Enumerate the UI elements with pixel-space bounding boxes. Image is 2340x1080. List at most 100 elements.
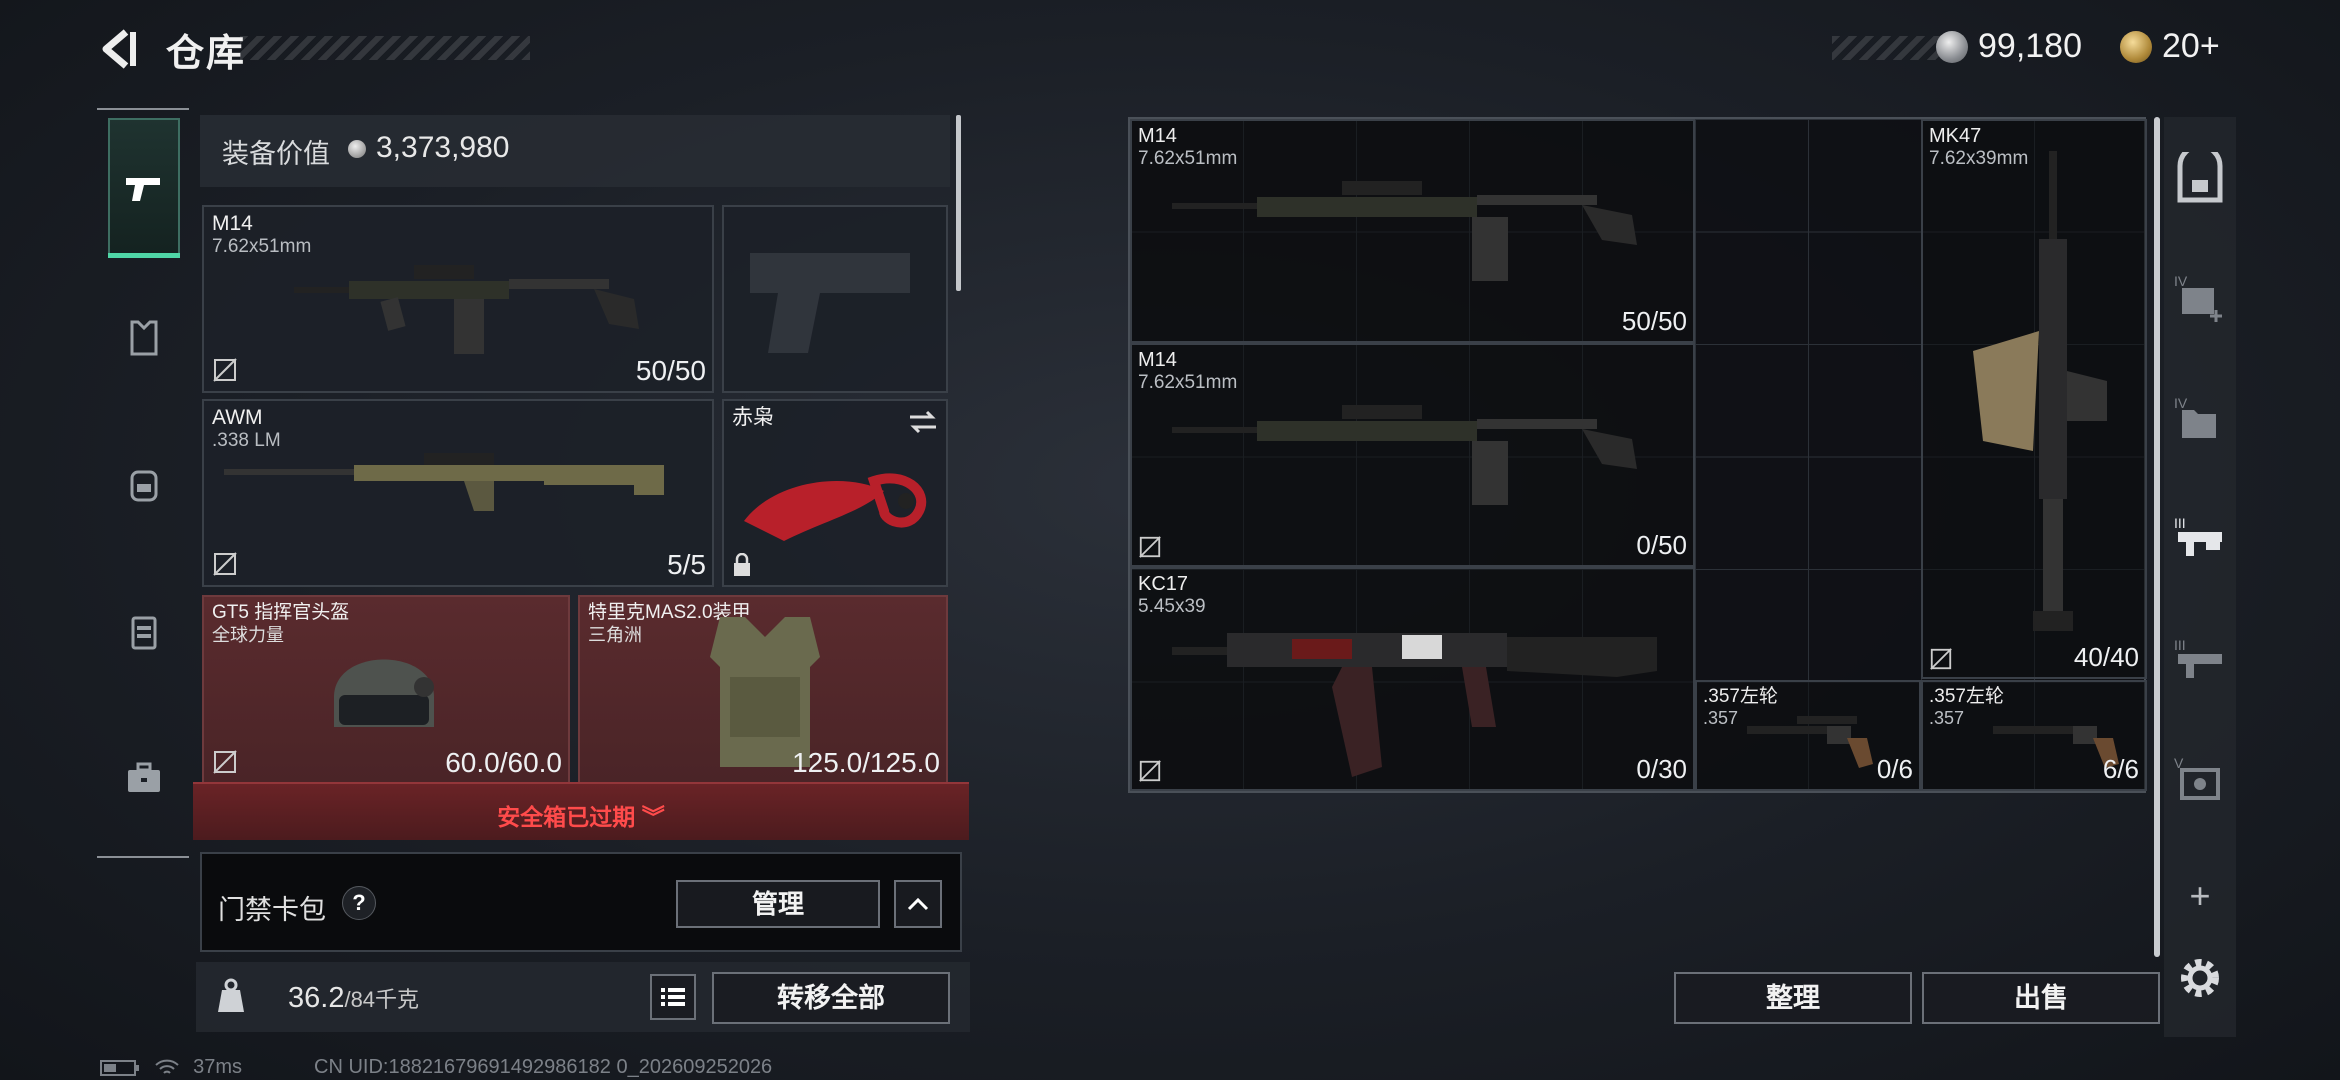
melee-name: 赤枭 (732, 406, 774, 429)
equipment-value-label: 装备价值 (222, 139, 330, 169)
grid-scrollbar-thumb[interactable] (2154, 117, 2160, 957)
no-insurance-icon (1139, 536, 1161, 558)
weapon-caliber: 7.62x51mm (212, 236, 312, 257)
primary-weapon-slot[interactable]: M14 7.62x51mm 50/50 (202, 205, 714, 393)
melee-slot[interactable]: 赤枭 (722, 399, 948, 587)
gear-icon (2181, 959, 2219, 997)
container-iii-gun[interactable]: III (2170, 632, 2230, 692)
wifi-icon (154, 1059, 179, 1074)
weapon-caliber: .357 (1703, 708, 1739, 728)
container-v[interactable]: V (2170, 750, 2230, 810)
folder-icon: IV (2174, 395, 2216, 438)
settings-button[interactable] (2170, 948, 2230, 1008)
list-icon[interactable] (650, 974, 696, 1020)
weapon-name: .357左轮 (1703, 686, 1778, 707)
durability: 60.0/60.0 (445, 747, 562, 778)
safe-box-button[interactable] (2170, 150, 2230, 210)
weapon-caliber: 7.62x51mm (1138, 372, 1238, 393)
karambit-image (744, 473, 927, 541)
chevron-up-icon[interactable] (894, 880, 942, 928)
weight-max: /84千克 (344, 987, 420, 1012)
durability: 125.0/125.0 (792, 747, 940, 778)
armor-brand: 三角洲 (588, 625, 642, 645)
sell-button[interactable]: 出售 (1922, 972, 2160, 1024)
tab-weapons[interactable] (108, 118, 180, 258)
rifle-image (294, 265, 639, 354)
weapon-name: .357左轮 (1929, 686, 2004, 707)
no-insurance-icon (1930, 648, 1952, 670)
container-iv-add[interactable]: IV (2170, 268, 2230, 328)
weapon-name: M14 (212, 212, 253, 235)
pistol-slot-empty[interactable] (722, 205, 948, 393)
grid-item[interactable]: KC17 5.45x39 0/30 (1130, 567, 1695, 791)
pistol-icon (126, 178, 160, 201)
ammo-count: 5/5 (667, 549, 706, 580)
no-insurance-icon (213, 358, 237, 382)
svg-text:III: III (2174, 515, 2186, 531)
grid-item[interactable]: M14 7.62x51mm 50/50 (1130, 119, 1695, 343)
equipment-value: 3,373,980 (376, 131, 510, 164)
revolver-image (1747, 716, 1873, 768)
medkit-add-icon: IV (2174, 273, 2222, 322)
briefcase-icon (128, 762, 160, 792)
armor-slot[interactable]: 特里克MAS2.0装甲 三角洲 125.0/125.0 (578, 595, 948, 785)
ping-value: 37ms (193, 1056, 243, 1078)
sort-button[interactable]: 整理 (1674, 972, 1912, 1024)
container-iii-rifle[interactable]: III (2170, 510, 2230, 570)
rifle-image (1172, 405, 1637, 505)
assault-rifle-image (1172, 633, 1657, 777)
weapon-name: M14 (1138, 125, 1177, 147)
keycard-label: 门禁卡包 (218, 895, 326, 925)
ammo-count: 0/30 (1636, 754, 1687, 784)
user-uid: CN UID:18821679691492986182 0_2026092520… (314, 1056, 773, 1078)
ammo-count: 40/40 (2073, 642, 2139, 672)
vertical-rifle-image (1973, 151, 2107, 631)
grid-item[interactable]: .357左轮 .357 6/6 (1921, 680, 2147, 791)
tab-case[interactable] (108, 742, 180, 814)
weapon-caliber: .357 (1929, 708, 1965, 728)
currency-silver: 99,180 (1978, 27, 2082, 65)
pistol-placeholder-icon (750, 253, 910, 353)
left-scrollbar[interactable] (956, 115, 961, 291)
svg-text:III: III (2174, 637, 2186, 653)
grid-item[interactable]: M14 7.62x51mm 0/50 (1130, 343, 1695, 567)
weapon-caliber: .338 LM (212, 430, 281, 451)
manage-button[interactable]: 管理 (676, 880, 880, 928)
warning-text: 安全箱已过期 (497, 804, 636, 830)
rifle-image (1172, 181, 1637, 281)
battery-icon (100, 1059, 139, 1076)
grid-item[interactable]: .357左轮 .357 0/6 (1695, 680, 1921, 791)
help-icon[interactable]: ? (342, 886, 376, 920)
helmet-image (334, 659, 434, 727)
swap-icon[interactable] (908, 409, 938, 435)
gun-case-icon: III (2174, 515, 2222, 556)
weapon-name: MK47 (1929, 125, 1982, 147)
tab-backpack[interactable] (108, 448, 180, 520)
helmet-brand: 全球力量 (212, 625, 284, 645)
silver-coin-icon (348, 140, 366, 158)
no-insurance-icon (1139, 760, 1161, 782)
helmet-slot[interactable]: GT5 指挥官头盔 全球力量 60.0/60.0 (202, 595, 570, 785)
secondary-weapon-slot[interactable]: AWM .338 LM 5/5 (202, 399, 714, 587)
weapon-name: AWM (212, 406, 263, 429)
container-iv-folder[interactable]: IV (2170, 390, 2230, 450)
currency-stripes (1832, 36, 1952, 60)
gun-case-icon: III (2174, 637, 2222, 678)
back-icon[interactable] (96, 26, 142, 72)
sniper-rifle-image (224, 453, 664, 511)
currency-gold[interactable]: 20+ (2162, 27, 2220, 66)
transfer-all-button[interactable]: 转移全部 (712, 972, 950, 1024)
no-insurance-icon (213, 750, 237, 774)
secure-case-warning[interactable]: 安全箱已过期 ︾ (193, 782, 969, 840)
svg-text:IV: IV (2174, 273, 2188, 289)
grid-item[interactable]: MK47 7.62x39mm 40/40 (1921, 119, 2147, 679)
add-container-button[interactable]: + (2170, 866, 2230, 926)
tab-armor[interactable] (108, 302, 180, 374)
tab-rig[interactable] (108, 596, 180, 668)
ammo-count: 0/6 (1876, 754, 1913, 784)
silver-coin-icon (1936, 31, 1968, 63)
ammo-count: 6/6 (2102, 754, 2139, 784)
page-title: 仓库 (166, 33, 247, 75)
backpack-icon (130, 470, 158, 502)
header-stripes (240, 36, 530, 60)
